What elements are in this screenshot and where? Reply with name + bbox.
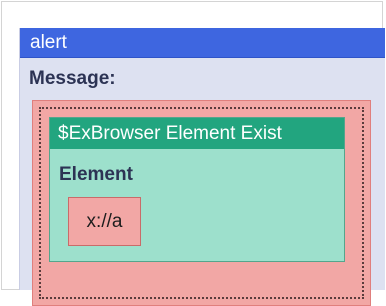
element-value-chip[interactable]: x://a (68, 197, 141, 246)
exbrowser-element-exist-block[interactable]: $ExBrowser Element Exist Element x://a (49, 117, 345, 262)
element-input-label: Element (59, 164, 133, 185)
message-input-label: Message: (29, 68, 116, 89)
element-value-text: x://a (86, 211, 123, 232)
exbrowser-element-exist-header[interactable]: $ExBrowser Element Exist (50, 118, 344, 149)
alert-block-header[interactable]: alert (20, 28, 385, 58)
